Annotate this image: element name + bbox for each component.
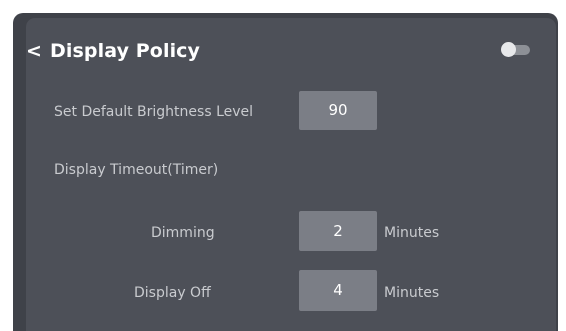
display-off-input[interactable]: 4	[299, 270, 377, 311]
toggle-knob	[501, 42, 516, 57]
display-off-label: Display Off	[134, 285, 211, 301]
dimming-unit: Minutes	[384, 225, 440, 241]
brightness-input[interactable]: 90	[299, 91, 377, 130]
back-button[interactable]: <	[26, 40, 42, 62]
brightness-label: Set Default Brightness Level	[54, 104, 254, 120]
display-off-unit: Minutes	[384, 285, 440, 301]
page-title: Display Policy	[50, 40, 201, 62]
display-policy-toggle[interactable]	[500, 42, 532, 57]
dimming-input[interactable]: 2	[299, 211, 377, 251]
page-header: < Display Policy	[26, 37, 200, 65]
display-timeout-label: Display Timeout(Timer)	[54, 162, 219, 178]
dimming-label: Dimming	[151, 225, 215, 241]
